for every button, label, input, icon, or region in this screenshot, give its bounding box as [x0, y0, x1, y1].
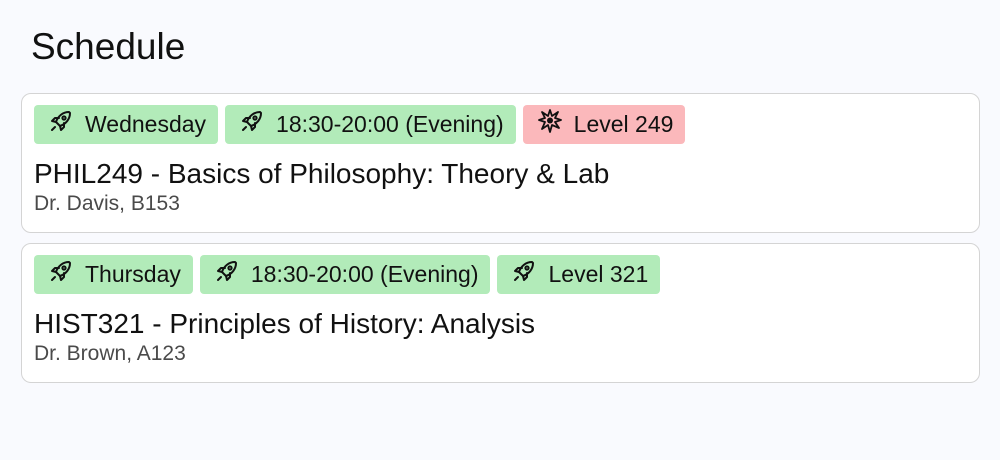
course-list: Wednesday 18:30-20:00 (Evening) Level 24…: [21, 93, 980, 393]
course-card[interactable]: Thursday 18:30-20:00 (Evening) Level 321…: [21, 243, 980, 383]
time-tag: 18:30-20:00 (Evening): [199, 255, 491, 294]
course-instructor-room: Dr. Davis, B153: [34, 192, 180, 215]
tag-label: 18:30-20:00 (Evening): [276, 111, 504, 137]
time-tag: 18:30-20:00 (Evening): [225, 105, 516, 144]
day-tag: Wednesday: [34, 105, 219, 144]
level-tag: Level 249: [522, 105, 686, 144]
course-title: HIST321 - Principles of History: Analysi…: [34, 308, 536, 339]
day-tag: Thursday: [34, 255, 193, 294]
rocket-icon: [214, 258, 240, 284]
tag-row: Wednesday 18:30-20:00 (Evening) Level 24…: [34, 105, 967, 144]
explosion-icon: [537, 108, 563, 134]
level-tag: Level 321: [497, 255, 661, 294]
tag-label: Level 321: [548, 261, 649, 287]
page-title: Schedule: [31, 26, 186, 67]
course-instructor-room: Dr. Brown, A123: [34, 342, 186, 365]
schedule-page: Schedule Wednesday 18:30-20:00 (Evening): [0, 0, 1000, 460]
course-title: PHIL249 - Basics of Philosophy: Theory &…: [34, 158, 610, 189]
course-card[interactable]: Wednesday 18:30-20:00 (Evening) Level 24…: [21, 93, 980, 233]
tag-label: Wednesday: [85, 111, 207, 137]
rocket-icon: [48, 108, 74, 134]
tag-label: Level 249: [573, 111, 674, 137]
tag-label: Thursday: [85, 261, 181, 287]
rocket-icon: [511, 258, 537, 284]
tag-row: Thursday 18:30-20:00 (Evening) Level 321: [34, 255, 967, 294]
tag-label: 18:30-20:00 (Evening): [250, 261, 479, 287]
rocket-icon: [239, 108, 265, 134]
rocket-icon: [48, 258, 74, 284]
